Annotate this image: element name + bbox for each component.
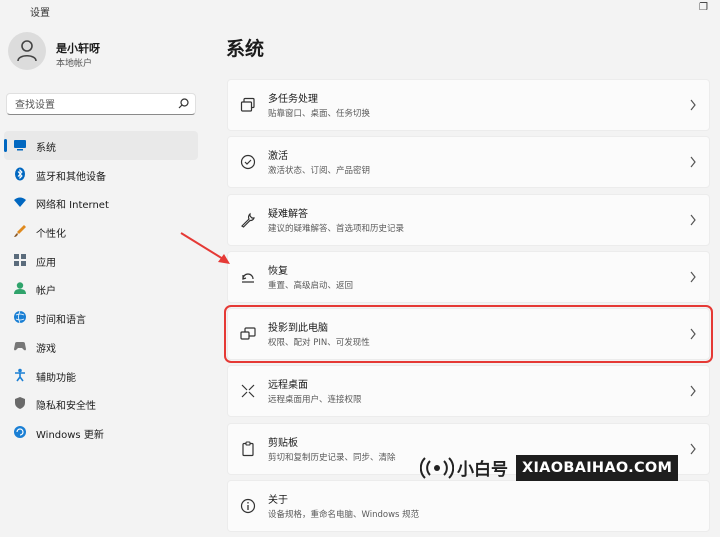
- profile-account-type: 本地帐户: [56, 59, 93, 69]
- search-input[interactable]: [13, 96, 177, 114]
- sidebar-item-privacy-security[interactable]: 隐私和安全性: [4, 389, 198, 418]
- chevron-right-icon: [690, 156, 696, 168]
- sidebar-item-label: 辅助功能: [36, 372, 76, 384]
- sidebar-item-apps[interactable]: 应用: [4, 246, 198, 275]
- update-icon: [14, 425, 26, 438]
- clipboard-icon: [242, 441, 254, 456]
- card-title: 疑难解答: [268, 208, 308, 220]
- card-subtitle: 剪切和复制历史记录、同步、清除: [268, 452, 396, 463]
- card-multitasking[interactable]: 多任务处理 贴靠窗口、桌面、任务切换: [227, 79, 710, 131]
- wifi-icon: [14, 197, 26, 208]
- restore-window-icon[interactable]: ❐: [699, 2, 708, 13]
- card-title: 投影到此电脑: [268, 323, 328, 335]
- sidebar-item-network[interactable]: 网络和 Internet: [4, 188, 198, 217]
- sidebar-item-label: 时间和语言: [36, 315, 86, 327]
- bluetooth-icon: [15, 167, 25, 181]
- watermark: 小白号 XIAOBAIHAO.COM: [418, 448, 720, 487]
- brush-icon: [14, 225, 26, 238]
- sidebar-item-label: 隐私和安全性: [36, 401, 96, 413]
- sidebar-item-label: 应用: [36, 257, 56, 269]
- gamepad-icon: [14, 341, 26, 351]
- card-title: 关于: [268, 495, 288, 507]
- person-icon: [17, 40, 37, 62]
- card-subtitle: 激活状态、订阅、产品密钥: [268, 166, 371, 177]
- sidebar-item-label: 系统: [36, 143, 56, 154]
- card-remote-desktop[interactable]: 远程桌面 远程桌面用户、连接权限: [227, 365, 710, 418]
- sidebar-item-label: Windows 更新: [36, 429, 104, 441]
- avatar: [8, 32, 46, 70]
- display-icon: [14, 140, 26, 151]
- sidebar-item-label: 蓝牙和其他设备: [36, 171, 106, 183]
- remote-desktop-icon: [241, 385, 255, 398]
- card-title: 激活: [268, 151, 288, 163]
- annotation-arrow: [180, 232, 230, 264]
- chevron-right-icon: [690, 386, 696, 397]
- chevron-right-icon: [690, 328, 696, 340]
- shield-icon: [15, 397, 25, 410]
- card-subtitle: 远程桌面用户、连接权限: [268, 395, 362, 406]
- check-circle-icon: [240, 155, 256, 170]
- card-recovery[interactable]: 恢复 重置、高级启动、返回: [227, 250, 710, 303]
- search-box[interactable]: [6, 93, 196, 115]
- card-title: 多任务处理: [268, 94, 318, 105]
- card-title: 远程桌面: [268, 380, 308, 392]
- profile-name: 是小轩呀: [56, 42, 100, 55]
- card-activation[interactable]: 激活 激活状态、订阅、产品密钥: [227, 136, 710, 189]
- chevron-right-icon: [690, 271, 696, 283]
- sidebar-item-label: 网络和 Internet: [36, 200, 109, 212]
- search-icon[interactable]: [178, 98, 189, 109]
- sidebar-item-accounts[interactable]: 帐户: [4, 274, 198, 303]
- sidebar-item-label: 帐户: [36, 286, 56, 298]
- card-subtitle: 重置、高级启动、返回: [268, 280, 354, 291]
- card-troubleshoot[interactable]: 疑难解答 建议的疑难解答、首选项和历史记录: [227, 193, 710, 246]
- globe-icon: [14, 310, 26, 324]
- chevron-right-icon: [690, 214, 696, 225]
- card-subtitle: 权限、配对 PIN、可发现性: [268, 338, 370, 349]
- watermark-logo-text: 小白号: [457, 460, 508, 480]
- sidebar-item-accessibility[interactable]: 辅助功能: [4, 361, 198, 390]
- sidebar-item-label: 个性化: [36, 229, 66, 241]
- window-title: 设置: [30, 8, 50, 19]
- signal-icon: [420, 456, 454, 479]
- sidebar-item-label: 游戏: [36, 343, 56, 355]
- card-subtitle: 贴靠窗口、桌面、任务切换: [268, 109, 371, 119]
- sidebar-nav: 系统 蓝牙和其他设备 网络和 Internet 个性化 应用 帐户 时间和语言 …: [4, 131, 198, 447]
- person-icon: [14, 282, 26, 295]
- card-title: 恢复: [268, 265, 288, 277]
- sidebar-item-personalization[interactable]: 个性化: [4, 217, 198, 246]
- card-project-to-this-pc[interactable]: 投影到此电脑 权限、配对 PIN、可发现性: [224, 305, 713, 364]
- apps-icon: [14, 253, 26, 266]
- sidebar-item-gaming[interactable]: 游戏: [4, 332, 198, 361]
- sidebar-item-system[interactable]: 系统: [4, 131, 198, 160]
- title-bar: 设置 ❐: [0, 0, 720, 22]
- wrench-icon: [241, 212, 255, 228]
- sidebar-item-windows-update[interactable]: Windows 更新: [4, 418, 198, 447]
- card-title: 剪贴板: [268, 437, 298, 449]
- card-subtitle: 设备规格，重命名电脑、Windows 规范: [268, 510, 420, 521]
- project-icon: [240, 327, 256, 340]
- sidebar-item-bluetooth[interactable]: 蓝牙和其他设备: [4, 160, 198, 189]
- chevron-right-icon: [690, 99, 696, 111]
- card-subtitle: 建议的疑难解答、首选项和历史记录: [268, 223, 405, 234]
- watermark-logo: 小白号: [420, 455, 508, 480]
- card-about[interactable]: 关于 设备规格，重命名电脑、Windows 规范: [227, 480, 710, 533]
- info-icon: [240, 498, 256, 514]
- recovery-icon: [242, 273, 254, 283]
- page-title: 系统: [226, 38, 265, 60]
- watermark-brand: XIAOBAIHAO.COM: [516, 454, 679, 481]
- accessibility-icon: [15, 368, 25, 381]
- sidebar-item-time-language[interactable]: 时间和语言: [4, 303, 198, 332]
- multitask-icon: [240, 97, 255, 112]
